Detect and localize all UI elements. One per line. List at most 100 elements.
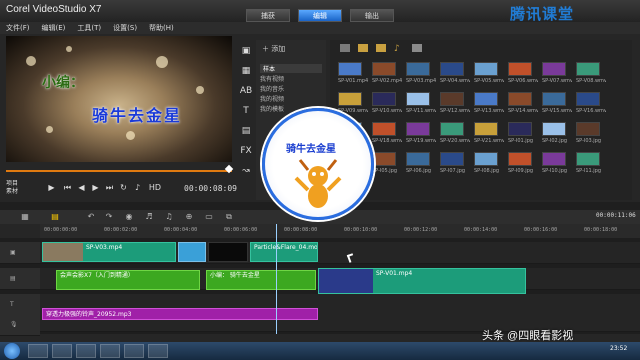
title-clip[interactable]: 小编： 骑牛去金星 [206,270,316,290]
video-filter-icon[interactable] [358,44,368,52]
library-thumbnail[interactable] [372,92,396,106]
library-thumbnail[interactable] [440,92,464,106]
taskbar-app[interactable] [52,344,72,358]
preview-scrubber[interactable] [6,164,234,174]
photo-filter-icon[interactable] [376,44,386,52]
overlay-clip[interactable]: SP-V01.mp4 [318,268,526,294]
library-thumbnail[interactable] [372,152,396,166]
preview-window[interactable]: 小编： 骑牛去金星 [6,36,232,162]
nav-item-my-templates[interactable]: 我的模板 [260,104,284,113]
audio-filter-icon[interactable]: ♪ [394,44,404,54]
timeline-view-icon[interactable]: ▤ [50,212,60,222]
media-icon[interactable]: ▣ [239,44,253,58]
library-thumbnail[interactable] [576,62,600,76]
nav-item-my-video[interactable]: 我有视频 [260,74,284,83]
volume-icon[interactable]: ♪ [132,182,143,193]
storyboard-view-icon[interactable]: ▦ [20,212,30,222]
motion-tracking-icon[interactable]: ⊕ [184,212,194,222]
library-thumbnail[interactable] [542,152,566,166]
multi-cam-icon[interactable]: ⧉ [224,212,234,222]
library-thumbnail[interactable] [474,92,498,106]
library-thumbnail[interactable] [508,122,532,136]
path-icon[interactable]: ↝ [239,164,253,178]
graphic-icon[interactable]: ▤ [239,124,253,138]
library-thumbnail[interactable] [576,92,600,106]
instant-project-icon[interactable]: ▦ [239,64,253,78]
end-icon[interactable]: ⏭ [104,182,115,193]
sort-icon[interactable] [412,44,422,52]
library-thumbnail[interactable] [542,92,566,106]
timeline-timecode[interactable]: 00:00:11:06 [596,212,636,219]
undo-icon[interactable]: ↶ [86,212,96,222]
library-thumbnail[interactable] [372,62,396,76]
library-thumbnail[interactable] [542,122,566,136]
transition-icon[interactable]: AB [239,84,253,98]
menu-help[interactable]: 帮助(H) [143,22,180,34]
taskbar-app[interactable] [100,344,120,358]
redo-icon[interactable]: ↷ [104,212,114,222]
sound-mixer-icon[interactable]: ♬ [144,212,154,222]
preview-timecode[interactable]: 00:00:08:09 [184,184,237,193]
transition-clip[interactable] [178,242,206,262]
taskbar-app[interactable] [148,344,168,358]
menu-tools[interactable]: 工具(T) [71,22,107,34]
nav-item-my-music[interactable]: 我的音乐 [260,84,284,93]
library-thumbnail[interactable] [338,62,362,76]
play-icon[interactable]: ▶ [46,182,57,193]
taskbar-app[interactable] [76,344,96,358]
library-thumbnail[interactable] [406,152,430,166]
video-clip[interactable]: SP-V03.mp4 [42,242,176,262]
timeline-playhead[interactable] [276,224,277,334]
tab-edit[interactable]: 编辑 [298,9,342,22]
library-thumbnail[interactable] [474,122,498,136]
filter-icon[interactable]: FX [239,144,253,158]
video-clip[interactable]: Particle&Flare_04.mov [250,242,318,262]
tab-capture[interactable]: 捕获 [246,9,290,22]
menu-settings[interactable]: 设置(S) [107,22,143,34]
library-thumbnail[interactable] [338,92,362,106]
library-thumbnail[interactable] [406,92,430,106]
voice-track-icon[interactable]: 🎙 [10,321,18,329]
library-thumbnail[interactable] [576,152,600,166]
repeat-icon[interactable]: ↻ [118,182,129,193]
hd-button[interactable]: HD [148,182,162,193]
taskbar-clock[interactable]: 23:52 [610,345,627,352]
title-clip[interactable]: 会声会影X7（入门到精通） [56,270,200,290]
folder-icon[interactable] [340,44,350,52]
library-thumbnail[interactable] [508,152,532,166]
project-label[interactable]: 项目 [6,180,18,187]
next-frame-icon[interactable]: ▶ [90,182,101,193]
library-thumbnail[interactable] [474,62,498,76]
record-icon[interactable]: ◉ [124,212,134,222]
library-thumbnail[interactable] [406,62,430,76]
start-button[interactable] [4,343,20,359]
library-thumbnail[interactable] [474,152,498,166]
library-thumbnail[interactable] [440,62,464,76]
video-track-icon[interactable]: ▣ [10,249,18,257]
menu-edit[interactable]: 编辑(E) [36,22,72,34]
nav-item-samples[interactable]: 样本 [260,64,322,73]
library-thumbnail[interactable] [576,122,600,136]
subtitle-icon[interactable]: ▭ [204,212,214,222]
taskbar-app[interactable] [28,344,48,358]
title-icon[interactable]: T [239,104,253,118]
black-clip[interactable] [208,242,248,262]
tab-share[interactable]: 输出 [350,9,394,22]
library-thumbnail[interactable] [406,122,430,136]
clip-label[interactable]: 素材 [6,188,18,195]
menu-file[interactable]: 文件(F) [0,22,36,34]
home-icon[interactable]: ⏮ [62,182,73,193]
library-thumbnail[interactable] [542,62,566,76]
nav-item-my-videos[interactable]: 我的视频 [260,94,284,103]
library-thumbnail[interactable] [508,92,532,106]
library-thumbnail[interactable] [440,152,464,166]
overlay-track-icon[interactable]: ▤ [10,275,18,283]
taskbar-app[interactable] [124,344,144,358]
prev-frame-icon[interactable]: ◀ [76,182,87,193]
library-thumbnail[interactable] [440,122,464,136]
library-thumbnail[interactable] [372,122,396,136]
library-thumbnail[interactable] [508,62,532,76]
title-track-icon[interactable]: T [10,301,18,309]
add-folder-button[interactable]: ＋ 添加 [262,44,285,54]
auto-music-icon[interactable]: ♫ [164,212,174,222]
